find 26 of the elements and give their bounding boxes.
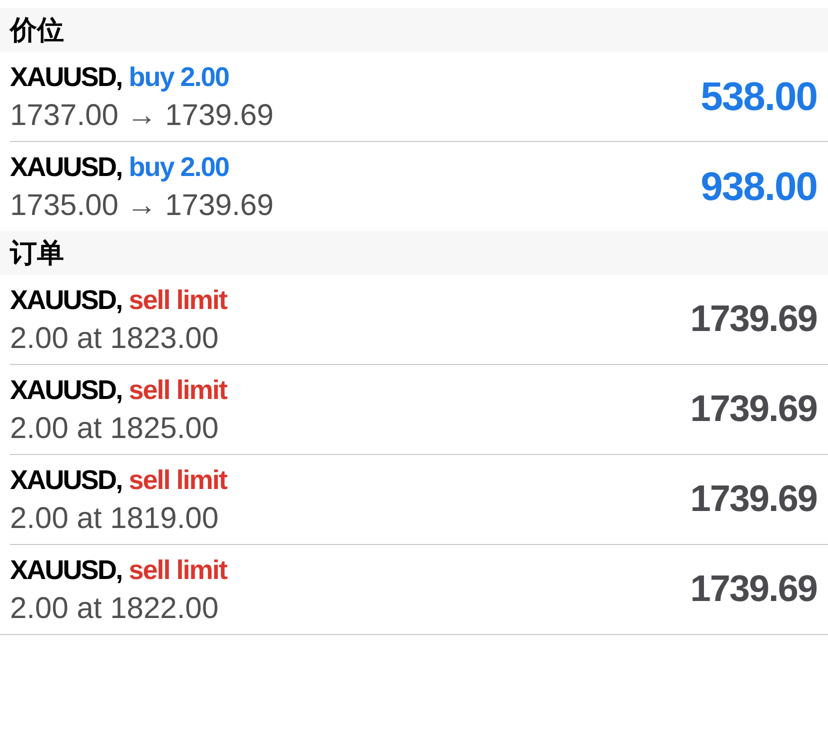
profit-value: 538.00 — [700, 74, 817, 120]
section-title: 价位 — [10, 14, 64, 46]
symbol-label: XAUUSD, — [10, 464, 122, 496]
price-value: 1739.69 — [690, 298, 817, 341]
trade-detail: 1737.00 → 1739.69 — [10, 98, 274, 134]
trade-detail: 2.00 at 1822.00 — [10, 590, 220, 626]
trade-type: sell limit — [128, 374, 227, 406]
symbol-label: XAUUSD, — [10, 60, 122, 94]
section-title: 订单 — [10, 236, 64, 270]
symbol-label: XAUUSD, — [10, 150, 122, 184]
trade-detail: 1735.00 → 1739.69 — [10, 188, 274, 224]
trade-detail: 2.00 at 1823.00 — [10, 320, 220, 356]
trade-type: sell limit — [128, 554, 227, 586]
trade-type: buy 2.00 — [128, 60, 229, 94]
symbol-label: XAUUSD, — [10, 374, 122, 406]
trade-type: buy 2.00 — [128, 150, 229, 184]
trade-type: sell limit — [128, 464, 227, 496]
symbol-label: XAUUSD, — [10, 554, 122, 586]
price-value: 1739.69 — [690, 478, 817, 521]
price-value: 1739.69 — [690, 388, 817, 431]
trade-detail: 2.00 at 1819.00 — [10, 500, 220, 536]
trade-detail: 2.00 at 1825.00 — [10, 410, 220, 446]
trade-type: sell limit — [128, 284, 227, 316]
price-value: 1739.69 — [690, 568, 817, 611]
symbol-label: XAUUSD, — [10, 284, 122, 316]
profit-value: 938.00 — [700, 164, 817, 210]
